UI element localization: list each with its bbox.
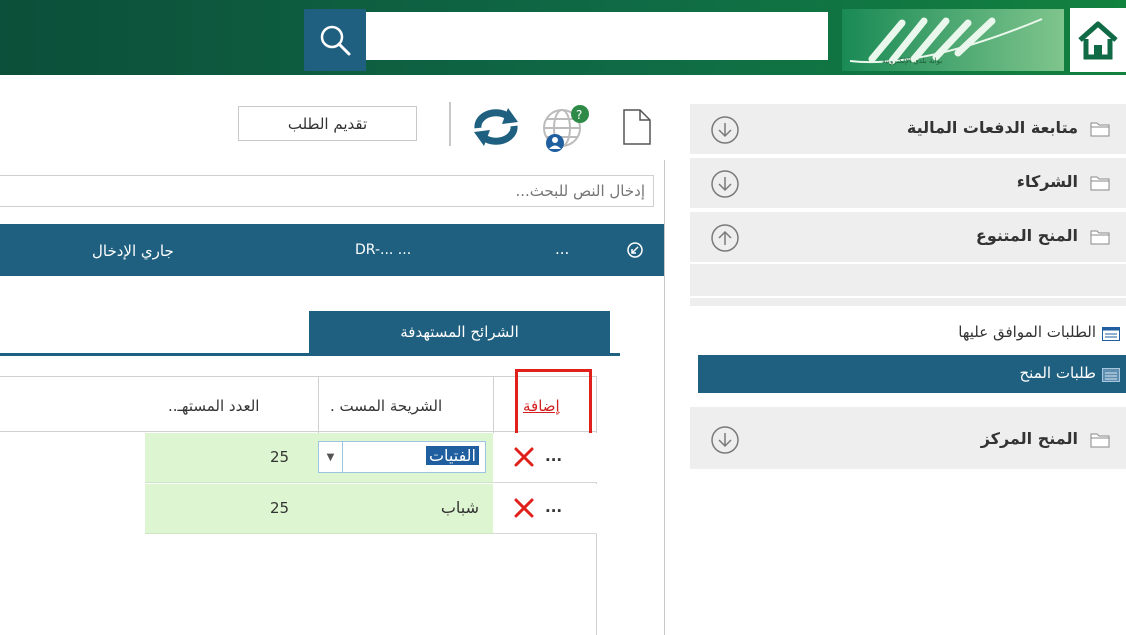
table-row[interactable]: 25 ▼ الفتيات ... — [0, 433, 597, 483]
cell-count[interactable]: 25 — [270, 448, 289, 466]
chevron-down-icon[interactable]: ▼ — [319, 442, 343, 472]
add-highlight-box — [515, 369, 592, 437]
segment-selected-value: الفتيات — [425, 446, 479, 465]
home-icon — [1078, 21, 1118, 60]
global-search-input[interactable] — [366, 12, 828, 60]
tab-underline — [0, 353, 620, 356]
sub-item-grant-requests[interactable]: طلبات المنح — [698, 355, 1126, 393]
nav-item-payments[interactable]: متابعة الدفعات المالية — [690, 104, 1126, 156]
sub-item-approved-requests[interactable]: الطلبات الموافق عليها — [698, 314, 1126, 352]
globe-user-icon[interactable]: ? — [538, 102, 594, 162]
column-header-segment[interactable]: الشريحة المست . — [330, 397, 442, 415]
record-status: جاري الإدخال — [92, 242, 174, 260]
folder-icon — [1090, 432, 1110, 452]
sub-item-label: طلبات المنح — [1019, 364, 1096, 382]
expand-arrow-icon[interactable] — [710, 115, 740, 149]
record-id: DR-... ... — [355, 242, 412, 258]
sub-item-label: الطلبات الموافق عليها — [958, 323, 1096, 341]
column-header-count[interactable]: العدد المستهـ.. — [168, 397, 259, 415]
folder-icon — [1090, 121, 1110, 141]
grid-search-input[interactable] — [0, 175, 654, 207]
portal-logo: بوابة بلدي الإلكترونية — [842, 9, 1064, 71]
row-data-cells: 25 ▼ الفتيات — [145, 433, 493, 483]
nav-label: الشركاء — [1016, 172, 1078, 191]
nav-label: المنح المتنوع — [975, 226, 1078, 245]
cell-segment[interactable]: شباب — [441, 498, 479, 517]
refresh-icon[interactable] — [470, 106, 522, 152]
nav-item-diverse-grants-row — [690, 246, 1126, 298]
record-header: جاري الإدخال DR-... ... ... — [0, 224, 664, 276]
row-actions: ... — [493, 433, 597, 483]
search-icon — [320, 25, 351, 56]
column-separator — [318, 377, 319, 433]
nav-label: المنح المركز — [980, 429, 1078, 448]
tab-target-segments[interactable]: الشرائح المستهدفة — [309, 311, 610, 353]
cell-count[interactable]: 25 — [270, 499, 289, 517]
record-more-button[interactable]: ... — [555, 240, 569, 258]
toolbar-divider — [449, 102, 451, 146]
content-divider — [664, 160, 665, 635]
search-button[interactable] — [304, 9, 366, 71]
table-row[interactable]: 25 شباب ... — [0, 484, 597, 534]
nav-item-centered-grants[interactable]: المنح المركز — [690, 407, 1126, 471]
folder-icon — [1090, 175, 1110, 195]
expand-arrow-icon[interactable] — [710, 425, 740, 459]
expand-arrow-icon[interactable] — [710, 169, 740, 203]
row-actions: ... — [493, 484, 597, 534]
grid-header: العدد المستهـ.. الشريحة المست . إضافة — [0, 376, 597, 433]
list-icon — [1102, 326, 1120, 345]
home-button[interactable] — [1070, 8, 1126, 72]
logo-caption: بوابة بلدي الإلكترونية — [882, 57, 943, 65]
delete-icon[interactable] — [513, 497, 535, 523]
row-data-cells: 25 شباب — [145, 484, 493, 534]
nav-label: متابعة الدفعات المالية — [906, 118, 1078, 137]
segment-select[interactable]: ▼ الفتيات — [318, 441, 486, 473]
row-more-button[interactable]: ... — [545, 498, 562, 516]
nav-item-partners[interactable]: الشركاء — [690, 158, 1126, 210]
list-icon — [1102, 367, 1120, 386]
row-more-button[interactable]: ... — [545, 447, 562, 465]
column-separator — [493, 377, 494, 433]
delete-icon[interactable] — [513, 446, 535, 472]
collapse-icon[interactable] — [626, 241, 644, 263]
document-icon[interactable] — [622, 108, 652, 150]
submit-request-button[interactable]: تقديم الطلب — [238, 106, 417, 141]
svg-text:?: ? — [576, 108, 582, 122]
